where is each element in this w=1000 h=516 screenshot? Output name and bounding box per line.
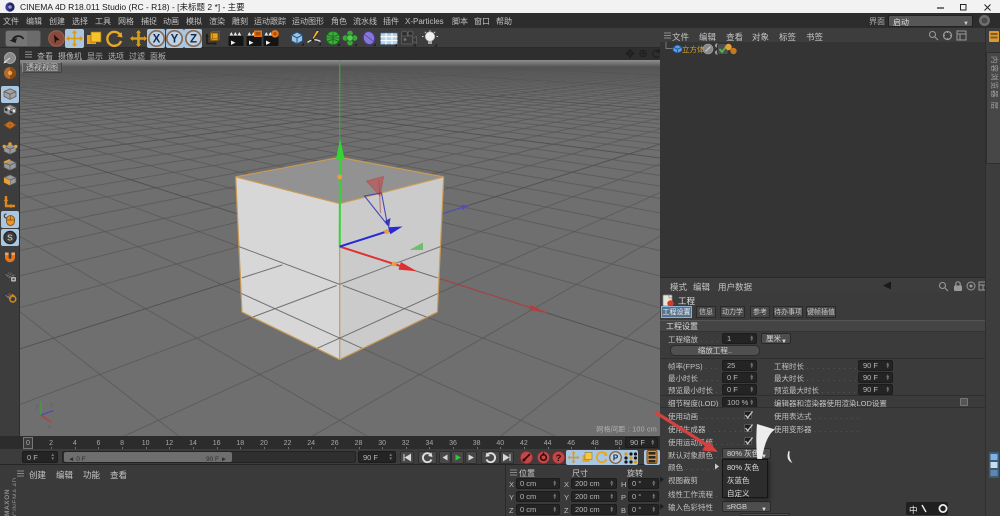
svg-text:S: S: [7, 233, 13, 243]
svg-text:X: X: [152, 33, 160, 45]
svg-text:x: x: [48, 425, 51, 431]
svg-text:z: z: [50, 403, 53, 409]
svg-text:Z: Z: [190, 33, 197, 45]
svg-text:网格间距 : 100 cm: 网格间距 : 100 cm: [596, 425, 657, 435]
svg-text:P: P: [613, 454, 619, 463]
svg-text:?: ?: [556, 453, 562, 464]
svg-text:y: y: [36, 404, 39, 410]
svg-text:Y: Y: [171, 33, 179, 45]
